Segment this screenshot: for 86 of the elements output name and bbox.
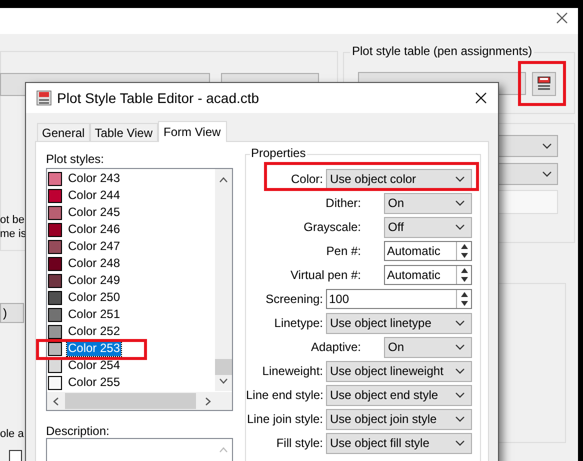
spin-buttons[interactable] bbox=[456, 242, 471, 260]
list-item[interactable]: Color 243 bbox=[67, 171, 122, 186]
printer-icon bbox=[36, 90, 52, 106]
down-arrow-icon bbox=[460, 253, 468, 258]
field-label: Grayscale: bbox=[302, 219, 361, 236]
caret-icon bbox=[455, 176, 465, 182]
field-label: Color: bbox=[290, 171, 323, 188]
field-label: Fill style: bbox=[275, 435, 323, 452]
chevron-left-icon bbox=[53, 397, 59, 406]
list-item[interactable]: Color 251 bbox=[67, 307, 122, 322]
field-label: Virtual pen #: bbox=[290, 267, 361, 284]
field-label: Linetype: bbox=[273, 315, 323, 332]
list-item[interactable]: Color 247 bbox=[67, 239, 122, 254]
horizontal-scrollbar[interactable] bbox=[47, 392, 232, 410]
spin-buttons[interactable] bbox=[456, 266, 471, 284]
caret-icon bbox=[455, 344, 465, 350]
vertical-scrollbar[interactable] bbox=[215, 169, 232, 391]
list-item[interactable]: Color 244 bbox=[67, 188, 122, 203]
chevron-up-icon bbox=[219, 177, 228, 183]
list-item[interactable]: Color 249 bbox=[67, 273, 122, 288]
chevron-right-icon bbox=[205, 397, 211, 406]
caret-icon bbox=[542, 171, 552, 177]
list-item[interactable]: Color 255 bbox=[67, 375, 122, 390]
field-label: Pen #: bbox=[325, 243, 361, 260]
caret-icon bbox=[455, 200, 465, 206]
combo-box[interactable] bbox=[498, 163, 558, 185]
caret-icon bbox=[455, 224, 465, 230]
field-label: Screening: bbox=[264, 291, 323, 308]
caret-icon bbox=[455, 440, 465, 446]
dropdown[interactable]: Use object linetype bbox=[326, 312, 472, 334]
caret-icon bbox=[455, 416, 465, 422]
body-text: ole a bbox=[0, 427, 24, 442]
dropdown[interactable]: Use object lineweight bbox=[326, 360, 472, 382]
tab[interactable]: Table View bbox=[90, 123, 158, 141]
scroll-thumb[interactable] bbox=[215, 359, 232, 375]
field-label: Lineweight: bbox=[261, 363, 323, 380]
list-item[interactable]: Color 253 bbox=[67, 341, 122, 356]
field-label: Dither: bbox=[324, 195, 361, 212]
up-arrow-icon bbox=[460, 292, 468, 297]
spinner-field[interactable]: Automatic bbox=[384, 265, 472, 285]
spinner-field[interactable]: Automatic bbox=[384, 241, 472, 261]
highlight-frame bbox=[518, 61, 566, 106]
up-arrow-icon bbox=[460, 244, 468, 249]
window-title: Plot Style Table Editor - acad.ctb bbox=[57, 88, 260, 108]
printer-icon bbox=[536, 76, 552, 92]
field-label: Line end style: bbox=[246, 387, 323, 404]
down-arrow-icon bbox=[460, 277, 468, 282]
spinner-field[interactable]: 100 bbox=[326, 289, 472, 309]
field-label: Description: bbox=[46, 423, 110, 438]
dropdown[interactable]: On bbox=[384, 192, 472, 214]
caret-icon bbox=[455, 368, 465, 374]
caret-icon bbox=[455, 320, 465, 326]
dropdown[interactable]: Use object fill style bbox=[326, 432, 472, 454]
list-item[interactable]: Color 245 bbox=[67, 205, 122, 220]
chevron-up-icon bbox=[219, 447, 228, 453]
close-icon bbox=[475, 92, 487, 104]
field-label: Line join style: bbox=[246, 411, 323, 428]
caret-icon bbox=[455, 392, 465, 398]
list-item[interactable]: Color 248 bbox=[67, 256, 122, 271]
down-arrow-icon bbox=[460, 301, 468, 306]
plot-style-edit-button[interactable] bbox=[532, 72, 556, 96]
list-label: Plot styles: bbox=[46, 152, 106, 168]
list-item[interactable]: Color 252 bbox=[67, 324, 122, 339]
dropdown[interactable]: Use object join style bbox=[326, 408, 472, 430]
text-field[interactable] bbox=[498, 190, 558, 214]
tab[interactable]: General bbox=[37, 123, 90, 141]
dropdown[interactable]: Use object end style bbox=[326, 384, 472, 406]
tab[interactable]: Form View bbox=[158, 121, 227, 142]
body-text: ot be bbox=[0, 213, 24, 228]
dropdown[interactable]: Use object color bbox=[326, 168, 472, 190]
checkbox[interactable] bbox=[9, 450, 22, 461]
field-label: Adaptive: bbox=[310, 339, 361, 356]
chevron-down-icon bbox=[219, 378, 228, 384]
push-button[interactable]: ) bbox=[0, 303, 24, 323]
dropdown[interactable]: On bbox=[384, 336, 472, 358]
group-label: Properties bbox=[250, 146, 307, 160]
caret-icon bbox=[542, 143, 552, 149]
list-item[interactable]: Color 250 bbox=[67, 290, 122, 305]
scroll-thumb[interactable] bbox=[65, 393, 196, 409]
spin-buttons[interactable] bbox=[456, 290, 471, 308]
up-arrow-icon bbox=[460, 268, 468, 273]
list-item[interactable]: Color 246 bbox=[67, 222, 122, 237]
combo-box[interactable] bbox=[498, 135, 558, 157]
close-icon bbox=[556, 12, 568, 24]
dropdown[interactable]: Off bbox=[384, 216, 472, 238]
list-item[interactable]: Color 254 bbox=[67, 358, 122, 373]
